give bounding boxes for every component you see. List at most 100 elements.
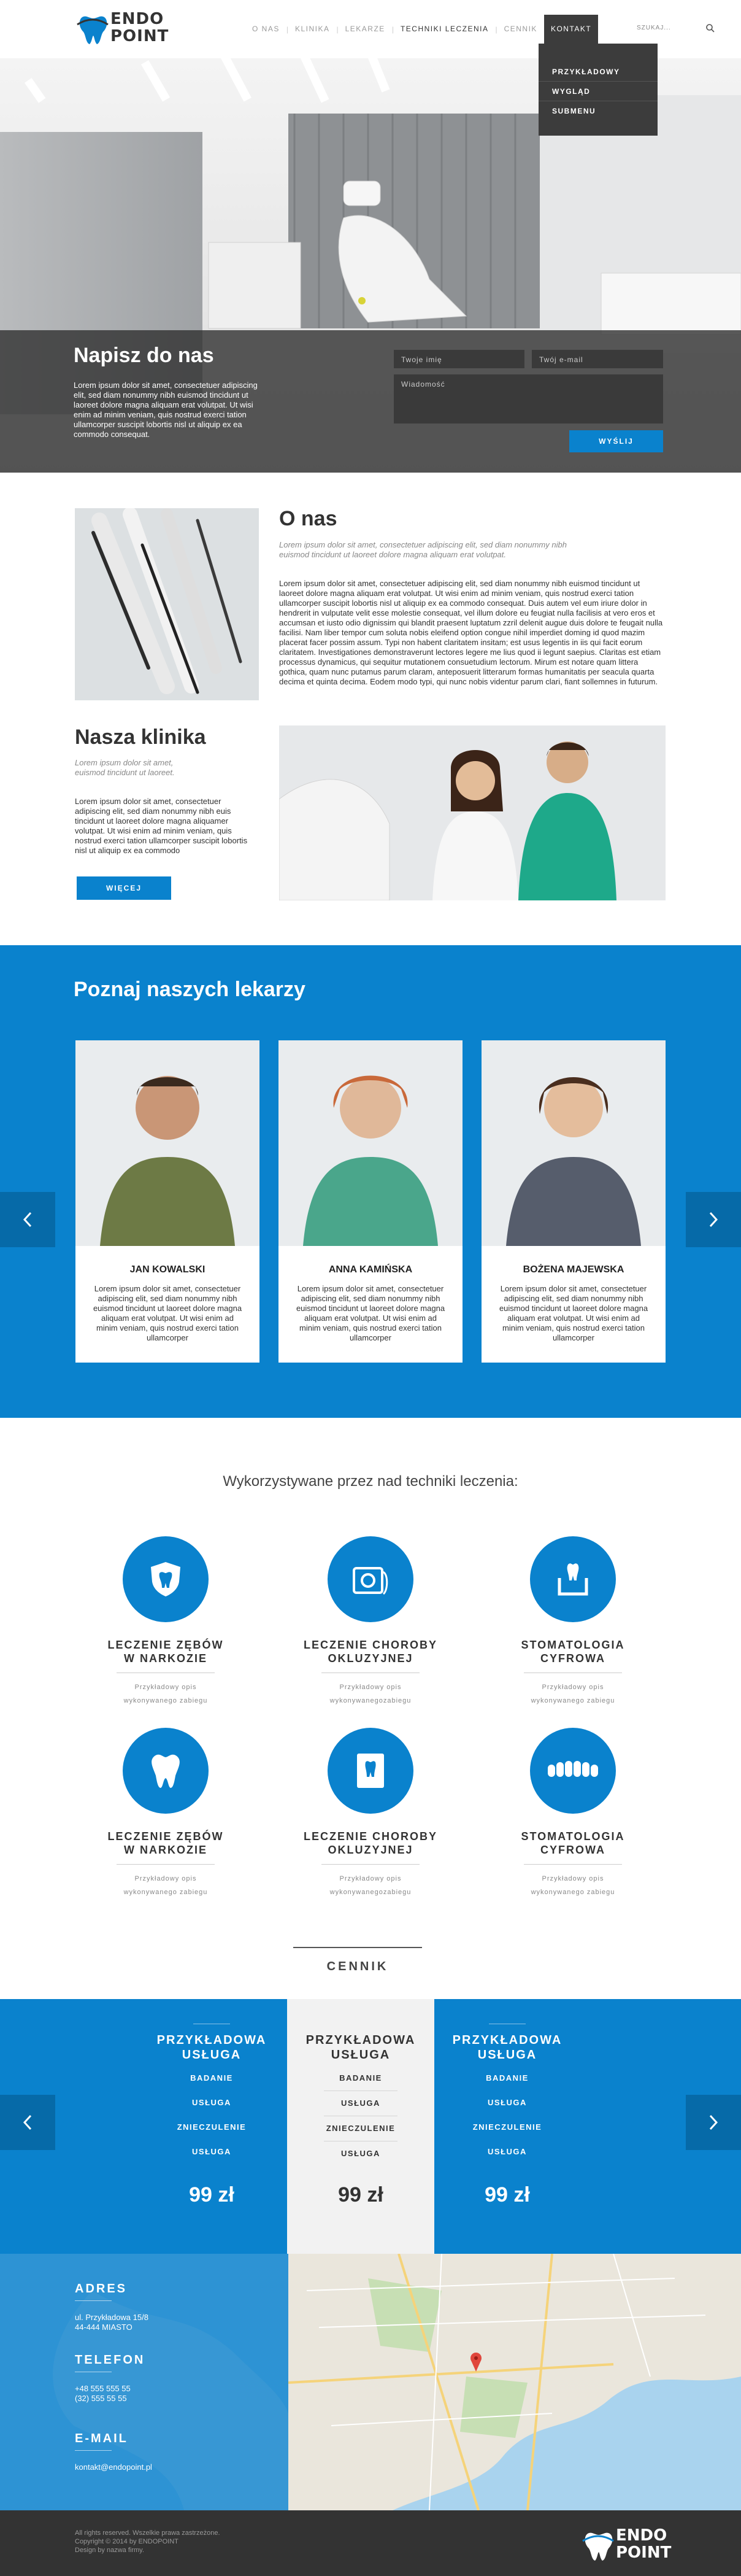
technique-title-line: W NARKOZIE [124,1844,207,1856]
price-title-line: PRZYKŁADOWA [305,2033,416,2047]
price-card[interactable]: PRZYKŁADOWA USŁUGA BADANIE USŁUGA ZNIECZU… [434,1999,581,2254]
technique-desc-line: wykonywanegozabiegu [329,1697,412,1704]
doctors-next-button[interactable] [686,1192,741,1247]
doctor-photo [482,1040,666,1246]
logo-line2: POINT [110,27,169,45]
technique-desc-line: Przykładowy opis [134,1684,197,1691]
site-footer: All rights reserved. Wszelkie prawa zast… [0,2510,741,2576]
price-item: ZNIECZULENIE [472,2122,542,2132]
price-title-line: PRZYKŁADOWA [156,2033,267,2047]
technique-item[interactable]: STOMATOLOGIA CYFROWA Przykładowy opis wyko… [499,1728,647,1899]
technique-icon-circle [328,1728,413,1814]
more-button[interactable]: WIĘCEJ [77,876,171,900]
technique-title-line: W NARKOZIE [124,1652,207,1665]
price-item: USŁUGA [488,2147,527,2156]
pricing-prev-button[interactable] [0,2095,55,2150]
contact-section: ADRES ul. Przykładowa 15/8 44-444 MIASTO… [0,2254,741,2510]
technique-title-line: OKLUZYJNEJ [328,1844,413,1856]
technique-desc-line: Przykładowy opis [339,1684,402,1691]
doctor-card[interactable]: BOŻENA MAJEWSKA Lorem ipsum dolor sit am… [482,1040,666,1363]
doctor-desc: Lorem ipsum dolor sit amet, consectetuer… [93,1284,242,1342]
price-item: ZNIECZULENIE [324,2116,397,2141]
address-label: ADRES [75,2282,128,2296]
price-item: USŁUGA [341,2149,380,2158]
search-input[interactable]: SZUKAJ... [637,25,671,31]
klinika-lead: Lorem ipsum dolor sit amet, euismod tinc… [75,758,175,777]
teeth-row-icon [548,1761,598,1777]
price-title-line: USŁUGA [477,2048,537,2062]
technique-title: LECZENIE CHOROBY OKLUZYJNEJ [297,1830,444,1857]
price-card[interactable]: PRZYKŁADOWA USŁUGA BADANIE USŁUGA ZNIECZU… [138,1999,285,2254]
email-field[interactable]: Twój e-mail [532,350,663,368]
tooth-icon [152,1754,180,1788]
logo[interactable]: ENDO POINT [76,9,168,48]
nav-item-cennik[interactable]: CENNIK [497,0,544,58]
doctors-prev-button[interactable] [0,1192,55,1247]
phone-line2[interactable]: (32) 555 55 55 [75,2394,127,2404]
logo-line1: ENDO [616,2526,667,2545]
search-icon[interactable] [705,23,715,33]
doctors-title: Poznaj naszych lekarzy [74,978,305,1001]
technique-desc-line: Przykładowy opis [542,1875,604,1882]
chevron-left-icon [23,2114,32,2130]
technique-item[interactable]: LECZENIE ZĘBÓW W NARKOZIE Przykładowy opi… [92,1536,239,1708]
price-item: USŁUGA [192,2147,231,2156]
technique-desc-line: Przykładowy opis [339,1875,402,1882]
techniques-heading: Wykorzystywane przez nad techniki leczen… [223,1473,518,1490]
address-line2: 44-444 MIASTO [75,2323,132,2332]
technique-icon-circle [530,1536,616,1622]
dropdown-item-przykladowy[interactable]: PRZYKŁADOWY [539,62,658,82]
technique-title-line: LECZENIE CHOROBY [303,1639,437,1651]
technique-title-line: STOMATOLOGIA [521,1639,625,1651]
doctor-desc: Lorem ipsum dolor sit amet, consectetuer… [499,1284,648,1342]
chevron-right-icon [709,2114,718,2130]
onas-lead: Lorem ipsum dolor sit amet, consectetuer… [279,540,567,559]
kontakt-dropdown: PRZYKŁADOWY WYGLĄD SUBMENU [539,44,658,136]
technique-title-line: CYFROWA [540,1844,605,1856]
price-item: USŁUGA [192,2098,231,2107]
footer-logo[interactable]: ENDO POINT [582,2525,671,2564]
chevron-right-icon [709,1212,718,1228]
doctor-card[interactable]: ANNA KAMIŃSKA Lorem ipsum dolor sit amet… [278,1040,463,1363]
technique-desc: Przykładowy opis wykonywanego zabiegu [499,1872,647,1899]
technique-item[interactable]: LECZENIE CHOROBY OKLUZYJNEJ Przykładowy o… [297,1728,444,1899]
tooth-logo-icon [77,16,109,44]
footer-design: Design by nazwa firmy. [75,2547,144,2554]
phone-line1[interactable]: +48 555 555 55 [75,2384,131,2394]
price-card[interactable]: PRZYKŁADOWA USŁUGA BADANIE USŁUGA ZNIECZU… [287,1999,434,2254]
pricing-next-button[interactable] [686,2095,741,2150]
technique-title: STOMATOLOGIA CYFROWA [499,1638,647,1665]
technique-icon-circle [123,1536,209,1622]
technique-title: LECZENIE ZĘBÓW W NARKOZIE [92,1830,239,1857]
technique-desc-line: Przykładowy opis [542,1684,604,1691]
nav-item-lekarze[interactable]: LEKARZE [339,0,392,58]
divider [75,2300,112,2301]
technique-title: STOMATOLOGIA CYFROWA [499,1830,647,1857]
email-link[interactable]: kontakt@endopoint.pl [75,2462,152,2472]
footer-text: All rights reserved. Wszelkie prawa zast… [75,2529,220,2555]
email-label: E-MAIL [75,2432,128,2445]
doctor-name: ANNA KAMIŃSKA [328,1264,413,1275]
technique-desc: Przykładowy opis wykonywanego zabiegu [92,1872,239,1899]
technique-title: LECZENIE CHOROBY OKLUZYJNEJ [297,1638,444,1665]
dropdown-item-submenu[interactable]: SUBMENU [539,101,658,121]
divider [293,1947,422,1948]
nav-item-o-nas[interactable]: O NAS [245,0,286,58]
technique-desc-line: wykonywanego zabiegu [123,1889,208,1896]
dropdown-item-wyglad[interactable]: WYGLĄD [539,82,658,101]
technique-icon-circle [123,1728,209,1814]
nav-item-klinika[interactable]: KLINIKA [288,0,337,58]
technique-item[interactable]: STOMATOLOGIA CYFROWA Przykładowy opis wyko… [499,1536,647,1708]
tooth-box-icon [558,1563,588,1596]
clinic-staff-image [279,725,666,900]
nav-item-techniki-leczenia[interactable]: TECHNIKI LECZENIA [394,0,496,58]
footer-rights: All rights reserved. Wszelkie prawa zast… [75,2529,220,2537]
technique-item[interactable]: LECZENIE CHOROBY OKLUZYJNEJ Przykładowy o… [297,1536,444,1708]
send-button[interactable]: WYŚLIJ [569,430,663,452]
technique-item[interactable]: LECZENIE ZĘBÓW W NARKOZIE Przykładowy opi… [92,1728,239,1899]
nav-item-kontakt[interactable]: KONTAKT [543,15,599,44]
floss-icon [353,1567,388,1595]
message-field[interactable]: Wiadomość [394,374,663,424]
doctor-card[interactable]: JAN KOWALSKI Lorem ipsum dolor sit amet,… [75,1040,259,1363]
name-field[interactable]: Twoje imię [394,350,524,368]
